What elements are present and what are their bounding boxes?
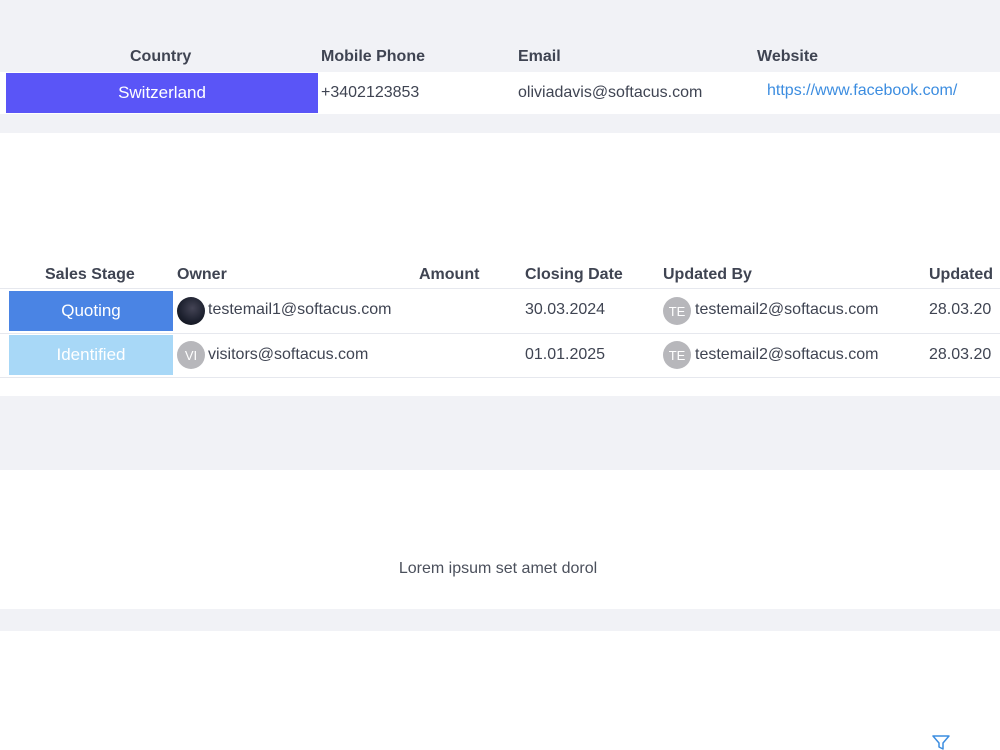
updated-date-value: 28.03.20 (929, 301, 992, 318)
updated-by-avatar: TE (663, 297, 691, 325)
country-badge: Switzerland (6, 73, 318, 113)
header-amount: Amount (419, 266, 480, 283)
sales-stage-badge: Identified (9, 335, 173, 375)
closing-date-value: 30.03.2024 (525, 301, 606, 318)
owner-avatar (177, 297, 205, 325)
header-sales-stage: Sales Stage (45, 266, 135, 283)
mobile-phone-value: +3402123853 (321, 84, 420, 101)
header-owner: Owner (177, 266, 227, 283)
header-country: Country (130, 48, 192, 65)
header-updated-by: Updated By (663, 266, 752, 283)
sales-stage-badge: Quoting (9, 291, 173, 331)
updated-date-value: 28.03.20 (929, 346, 992, 363)
owner-email: testemail1@softacus.com (208, 301, 392, 318)
header-mobile-phone: Mobile Phone (321, 48, 425, 65)
email-value[interactable]: oliviadavis@softacus.com (518, 84, 702, 102)
updated-by-email: testemail2@softacus.com (695, 346, 879, 363)
header-closing-date: Closing Date (525, 266, 623, 283)
filter-icon[interactable] (932, 735, 950, 750)
owner-avatar: VI (177, 341, 205, 369)
band-middle (0, 396, 1000, 470)
closing-date-value: 01.01.2025 (525, 346, 606, 363)
band-bottom (0, 609, 1000, 631)
header-website: Website (757, 48, 819, 65)
header-email: Email (518, 48, 561, 65)
owner-email: visitors@softacus.com (208, 346, 369, 363)
updated-by-avatar: TE (663, 341, 691, 369)
website-link[interactable]: https://www.facebook.com/ (767, 82, 957, 100)
text-block: Lorem ipsum set amet dorol (398, 560, 598, 577)
row-divider (0, 377, 1000, 378)
updated-by-email: testemail2@softacus.com (695, 301, 879, 318)
header-updated: Updated (929, 266, 993, 283)
